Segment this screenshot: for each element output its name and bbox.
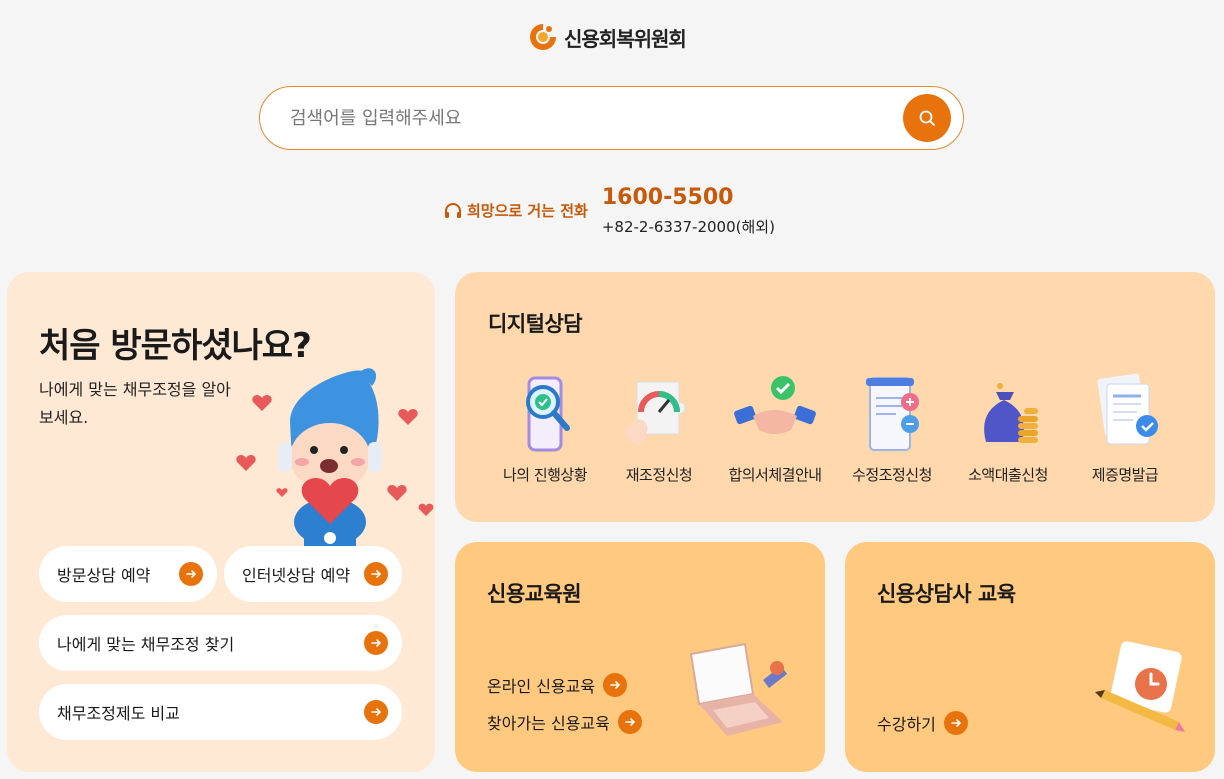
handshake-icon bbox=[734, 376, 816, 434]
arrow-right-icon bbox=[364, 562, 388, 586]
digital-item-certificate[interactable]: 제증명발급 bbox=[1067, 372, 1183, 485]
online-edu-label: 온라인 신용교육 bbox=[487, 677, 596, 696]
digital-item-readjust[interactable]: 재조정신청 bbox=[601, 372, 717, 485]
first-visit-title: 처음 방문하셨나요? bbox=[39, 326, 312, 366]
hotline-label-group: 희망으로 거는 전화 bbox=[443, 200, 588, 221]
digital-item-label: 나의 진행상황 bbox=[502, 466, 588, 484]
arrow-right-icon bbox=[364, 631, 388, 655]
digital-item-microloan[interactable]: 소액대출신청 bbox=[950, 372, 1066, 485]
compare-programs-label: 채무조정제도 비교 bbox=[57, 704, 180, 723]
counselor-edu-card: 신용상담사 교육 수강하기 bbox=[845, 542, 1215, 772]
logo-text: 신용회복위원회 bbox=[564, 26, 687, 51]
logo-mark-icon bbox=[530, 24, 556, 50]
compare-programs-button[interactable]: 채무조정제도 비교 bbox=[39, 684, 402, 740]
visiting-edu-label: 찾아가는 신용교육 bbox=[487, 714, 610, 733]
laptop-icon bbox=[689, 642, 787, 736]
online-booking-button[interactable]: 인터넷상담 예약 bbox=[224, 546, 402, 602]
arrow-right-icon bbox=[364, 700, 388, 724]
hotline-intl-number[interactable]: +82-2-6337-2000(해외) bbox=[602, 216, 775, 237]
arrow-right-icon bbox=[603, 673, 628, 697]
site-logo[interactable]: 신용회복위원회 bbox=[528, 22, 687, 52]
gauge-puzzle-icon bbox=[625, 381, 686, 445]
credit-edu-card: 신용교육원 온라인 신용교육 찾아가는 신용교육 bbox=[455, 542, 825, 772]
digital-item-label: 소액대출신청 bbox=[968, 466, 1048, 484]
visit-booking-button[interactable]: 방문상담 예약 bbox=[39, 546, 217, 602]
first-visit-card: 처음 방문하셨나요? 나에게 맞는 채무조정을 알아보세요. 방문상담 예약 인… bbox=[7, 272, 435, 772]
digital-item-modify[interactable]: 수정조정신청 bbox=[834, 372, 950, 485]
find-debt-adjustment-label: 나에게 맞는 채무조정 찾기 bbox=[57, 635, 235, 654]
online-booking-label: 인터넷상담 예약 bbox=[242, 566, 351, 585]
enroll-label: 수강하기 bbox=[877, 715, 936, 734]
digital-item-label: 제증명발급 bbox=[1091, 466, 1159, 484]
visit-booking-label: 방문상담 예약 bbox=[57, 566, 151, 585]
certificate-check-icon bbox=[1097, 373, 1158, 445]
money-bag-icon bbox=[984, 383, 1038, 443]
counselor-edu-title: 신용상담사 교육 bbox=[877, 582, 1016, 606]
search-input[interactable] bbox=[290, 98, 903, 138]
magnifier-phone-icon bbox=[526, 376, 570, 452]
credit-edu-title: 신용교육원 bbox=[487, 582, 582, 606]
visiting-edu-link[interactable]: 찾아가는 신용교육 bbox=[487, 710, 642, 734]
hotline-label: 희망으로 거는 전화 bbox=[467, 202, 588, 220]
digital-item-my-progress[interactable]: 나의 진행상황 bbox=[487, 372, 603, 485]
digital-consult-card: 디지털상담 나의 진행상황 재조정신청 합의서체결안내 수정조정신청 소액대출신… bbox=[455, 272, 1215, 522]
document-plus-minus-icon bbox=[866, 377, 919, 451]
digital-consult-title: 디지털상담 bbox=[488, 312, 583, 336]
find-debt-adjustment-button[interactable]: 나에게 맞는 채무조정 찾기 bbox=[39, 615, 402, 671]
hotline-main-number[interactable]: 1600-5500 bbox=[602, 184, 775, 212]
headset-icon bbox=[445, 202, 461, 218]
search-bar bbox=[259, 86, 964, 150]
digital-item-label: 합의서체결안내 bbox=[728, 466, 822, 484]
online-edu-link[interactable]: 온라인 신용교육 bbox=[487, 673, 628, 697]
digital-item-agreement[interactable]: 합의서체결안내 bbox=[717, 372, 833, 485]
search-icon bbox=[919, 110, 935, 126]
first-visit-desc: 나에게 맞는 채무조정을 알아보세요. bbox=[39, 380, 231, 427]
arrow-right-icon bbox=[617, 710, 642, 734]
digital-item-label: 수정조정신청 bbox=[852, 466, 932, 484]
search-button[interactable] bbox=[903, 94, 951, 142]
arrow-right-icon bbox=[943, 711, 968, 735]
digital-item-label: 재조정신청 bbox=[625, 466, 693, 484]
clock-pencil-icon bbox=[1095, 641, 1185, 732]
enroll-link[interactable]: 수강하기 bbox=[877, 711, 968, 735]
mascot-illustration bbox=[236, 368, 434, 547]
arrow-right-icon bbox=[179, 562, 203, 586]
hotline-section: 희망으로 거는 전화 1600-5500 +82-2-6337-2000(해외) bbox=[443, 184, 775, 237]
